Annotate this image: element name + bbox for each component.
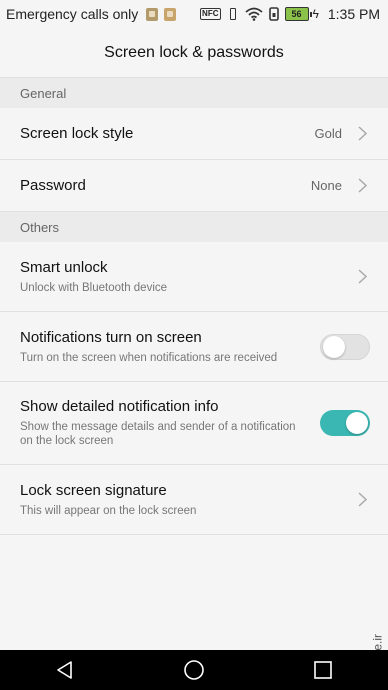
vibrate-icon	[226, 8, 240, 20]
section-header-general: General	[0, 78, 388, 108]
home-button[interactable]	[164, 650, 224, 690]
battery-level: 56	[284, 7, 309, 21]
recents-button[interactable]	[293, 650, 353, 690]
back-button[interactable]	[35, 650, 95, 690]
password-row[interactable]: Password None	[0, 160, 388, 212]
chevron-right-icon	[354, 269, 370, 285]
password-value: None	[310, 178, 342, 193]
chevron-right-icon	[354, 178, 370, 194]
chevron-right-icon	[354, 126, 370, 142]
page-title: Screen lock & passwords	[0, 28, 388, 78]
notifications-turn-on-screen-row: Notifications turn on screen Turn on the…	[0, 312, 388, 382]
nfc-icon: NFC	[200, 8, 221, 20]
sim1-icon	[146, 7, 159, 21]
chevron-right-icon	[354, 492, 370, 508]
lock-screen-signature-description: This will appear on the lock screen	[20, 504, 197, 517]
home-icon	[184, 660, 204, 680]
clock: 1:35 PM	[327, 6, 380, 22]
status-bar: Emergency calls only NFC 56 ϟ 1:35 PM	[0, 0, 388, 28]
smart-unlock-description: Unlock with Bluetooth device	[20, 281, 168, 294]
notifications-turn-on-screen-toggle[interactable]	[320, 333, 370, 360]
screen-lock-style-label: Screen lock style	[20, 125, 134, 142]
show-detailed-notification-info-toggle[interactable]	[320, 410, 370, 436]
lock-screen-signature-row[interactable]: Lock screen signature This will appear o…	[0, 465, 388, 535]
smart-unlock-label: Smart unlock	[20, 258, 108, 276]
carrier-text: Emergency calls only	[6, 6, 139, 22]
back-icon	[56, 661, 72, 679]
screen-lock-style-value: Gold	[314, 126, 342, 141]
sim2-icon	[164, 7, 177, 21]
show-detailed-notification-info-label: Show detailed notification info	[20, 398, 219, 415]
navigation-bar	[0, 650, 388, 690]
lock-screen-signature-label: Lock screen signature	[20, 481, 167, 499]
battery-icon: 56 ϟ	[284, 7, 319, 21]
show-detailed-notification-info-description: Show the message details and sender of a…	[20, 421, 296, 447]
section-header-others: Others	[0, 212, 388, 242]
charging-icon: ϟ	[312, 7, 319, 21]
phone-status-icon	[268, 7, 280, 21]
screen-lock-style-row[interactable]: Screen lock style Gold	[0, 108, 388, 160]
recents-icon	[314, 661, 333, 679]
smart-unlock-row[interactable]: Smart unlock Unlock with Bluetooth devic…	[0, 242, 388, 312]
password-label: Password	[20, 177, 86, 194]
notifications-turn-on-screen-description: Turn on the screen when notifications ar…	[20, 351, 278, 364]
wifi-icon	[244, 7, 263, 21]
show-detailed-notification-info-row: Show detailed notification info Show the…	[0, 382, 388, 465]
notifications-turn-on-screen-label: Notifications turn on screen	[20, 328, 202, 346]
